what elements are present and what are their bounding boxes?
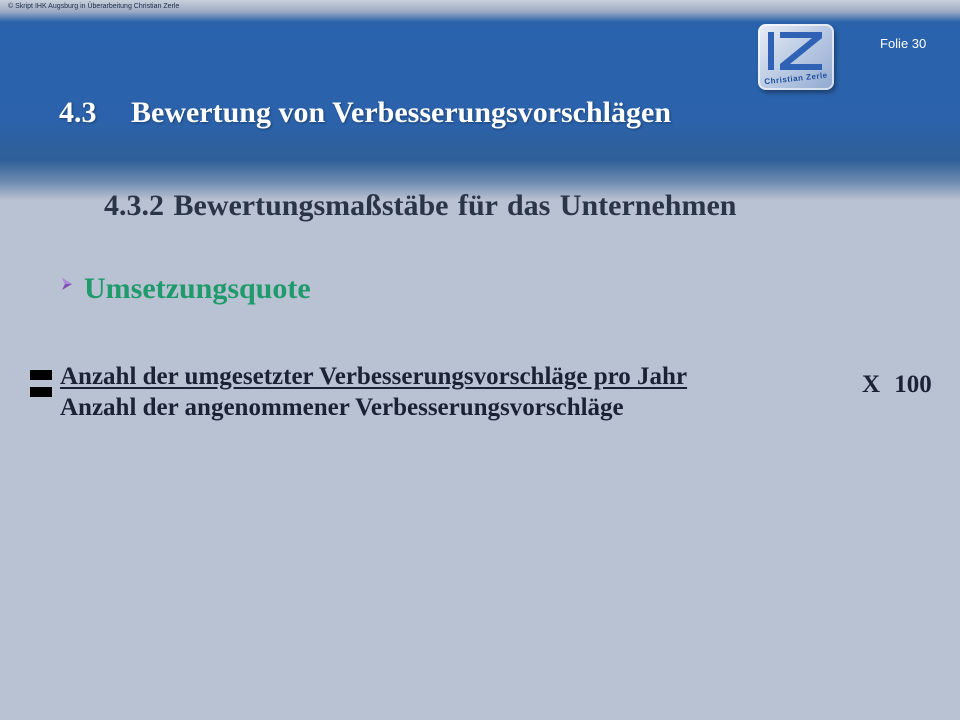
title-number: 4.3: [59, 96, 97, 129]
bullet-item: Umsetzungsquote: [60, 272, 311, 306]
christian-zerle-logo: Christian Zerle: [758, 24, 834, 90]
page-title: 4.3 Bewertung von Verbesserungsvorschläge…: [59, 96, 671, 130]
arrow-bullet-icon: [60, 277, 84, 296]
copyright-note: © Skript IHK Augsburg in Überarbeitung C…: [8, 3, 180, 10]
section-subtitle: 4.3.2 Bewertungsmaßstäbe für das Unterne…: [104, 189, 737, 222]
slide-number: Folie 30: [880, 36, 927, 51]
fraction-denominator: Anzahl der angenommener Verbesserungsvor…: [60, 394, 624, 421]
multiplier-text: X 100: [862, 371, 932, 398]
fraction-numerator: Anzahl der umgesetzter Verbesserungsvors…: [60, 363, 688, 390]
title-text: Bewertung von Verbesserungsvorschlägen: [131, 96, 672, 129]
bullet-text: Umsetzungsquote: [84, 272, 311, 305]
equals-sign-icon: [30, 370, 52, 400]
